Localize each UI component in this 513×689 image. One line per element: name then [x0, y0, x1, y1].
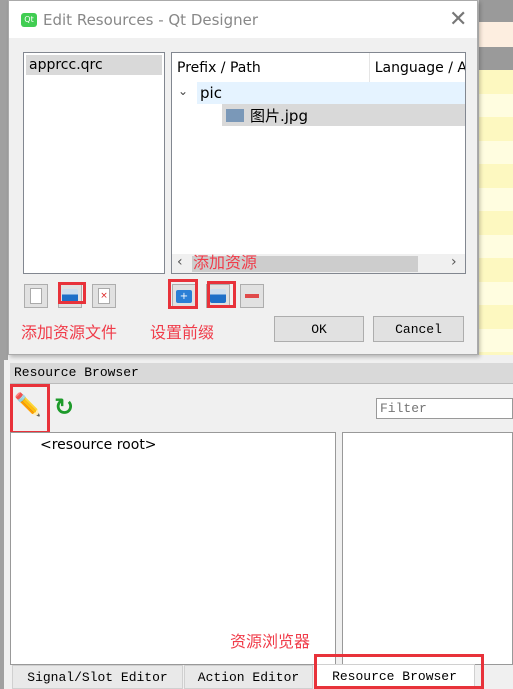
resource-root-item[interactable]: <resource root>: [40, 437, 157, 453]
highlight-resource-browser-tab: [314, 654, 484, 689]
background-left-strip: [0, 0, 8, 360]
annotation-set-prefix: 设置前缀: [150, 323, 215, 342]
background-panel: [478, 0, 513, 355]
prefix-label: pic: [200, 84, 222, 102]
resource-file-list[interactable]: apprcc.qrc: [23, 52, 165, 274]
highlight-edit: [10, 384, 50, 434]
tab-signal-slot-editor[interactable]: Signal/Slot Editor: [12, 665, 183, 689]
column-header-language[interactable]: Language / A: [370, 53, 465, 82]
tree-header: Prefix / Path Language / A: [172, 53, 465, 82]
file-label: 图片.jpg: [250, 106, 308, 125]
highlight-add-files: [207, 281, 236, 308]
highlight-add-prefix: [168, 279, 198, 309]
annotation-add-resource-file: 添加资源文件: [21, 323, 118, 342]
dialog-title: Edit Resources - Qt Designer: [43, 11, 259, 29]
tab-action-editor[interactable]: Action Editor: [184, 665, 313, 689]
minus-icon: [245, 294, 259, 298]
resource-file-view[interactable]: [342, 432, 513, 665]
resource-tree[interactable]: Prefix / Path Language / A ⌄ pic 图片.jpg …: [171, 52, 466, 274]
close-icon[interactable]: ✕: [449, 7, 467, 32]
remove-button[interactable]: [240, 284, 264, 308]
new-file-icon: [30, 288, 42, 304]
annotation-add-resource: 添加资源: [193, 253, 258, 272]
tree-prefix-row[interactable]: pic: [197, 82, 465, 104]
edit-resources-dialog: Qt Edit Resources - Qt Designer ✕ apprcc…: [8, 0, 478, 355]
highlight-open-file: [58, 282, 86, 304]
tree-file-row[interactable]: 图片.jpg: [222, 104, 465, 126]
column-header-prefix-path[interactable]: Prefix / Path: [172, 53, 370, 82]
ok-button[interactable]: OK: [274, 316, 364, 342]
remove-file-button[interactable]: ×: [92, 284, 116, 308]
left-border: [0, 360, 4, 689]
list-item[interactable]: apprcc.qrc: [26, 55, 162, 75]
resource-browser-title-text: Resource Browser: [14, 365, 139, 380]
annotation-resource-browser: 资源浏览器: [230, 632, 311, 651]
reload-icon[interactable]: ↻: [54, 393, 74, 421]
cancel-button[interactable]: Cancel: [373, 316, 464, 342]
new-file-button[interactable]: [24, 284, 48, 308]
filter-input[interactable]: [376, 398, 513, 419]
chevron-down-icon[interactable]: ⌄: [178, 84, 188, 98]
scroll-left-icon[interactable]: ‹: [177, 254, 183, 270]
title-bar: Qt Edit Resources - Qt Designer ✕: [9, 1, 477, 38]
scroll-right-icon[interactable]: ›: [451, 254, 457, 270]
resource-browser-title: Resource Browser: [10, 363, 513, 384]
image-file-icon: [226, 108, 244, 122]
qt-designer-logo-icon: Qt: [21, 13, 37, 27]
remove-file-icon: ×: [98, 288, 110, 304]
